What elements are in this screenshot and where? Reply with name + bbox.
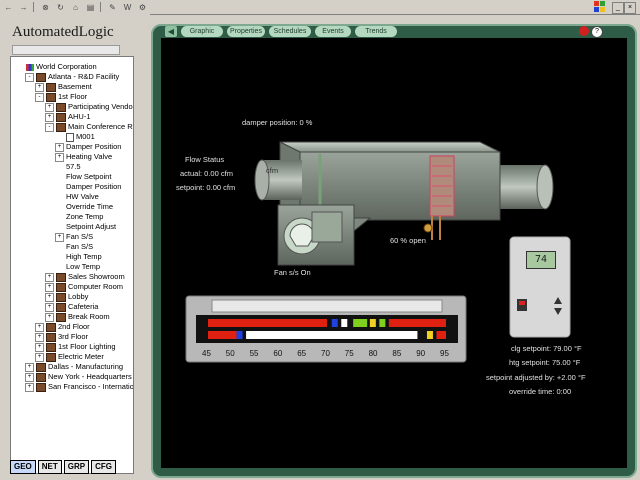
cfm-label: cfm [266,166,279,175]
damper-position-label: damper position: 0 % [242,118,313,127]
flow-status-label: Flow Status [185,155,225,164]
occupied-range-bar [246,331,418,339]
clg-setpoint-value: clg setpoint: 79.00 °F [511,344,582,353]
low-range-bar [208,331,237,339]
inlet-pipe [497,164,554,210]
htg-setpoint-value: htg setpoint: 75.00 °F [509,358,581,367]
thermostat-display: 74 [526,251,556,269]
fan-status-value: Fan s/s On [274,268,311,277]
comfort-band-2 [379,319,386,327]
valve-open-value: 60 % open [390,236,426,245]
setpoint-marker [341,319,348,327]
temp-tick-label: 60 [273,349,283,358]
heating-range-bar [388,319,446,327]
temp-tick-label: 50 [225,349,235,358]
temp-tick-label: 90 [416,349,426,358]
flow-setpoint-value: setpoint: 0.00 cfm [176,183,236,192]
comfort-band [353,319,368,327]
temp-tick-label: 65 [297,349,307,358]
low-temp-marker [236,331,243,339]
temp-tick-label: 80 [368,349,378,358]
high-range-bar [436,331,446,339]
current-temp-marker [331,319,338,327]
flow-actual-value: actual: 0.00 cfm [180,169,233,178]
cooling-range-bar [208,319,327,327]
temp-tick-label: 45 [202,349,211,358]
setpoint-adjusted-value: setpoint adjusted by: +2.00 °F [486,373,586,382]
temp-tick-label: 70 [321,349,330,358]
override-time-value: override time: 0:00 [509,387,572,396]
temp-tick-label: 95 [440,349,449,358]
temp-tick-label: 85 [392,349,402,358]
temp-tick-label: 75 [344,349,354,358]
terminal-box [254,141,501,266]
warning-band [369,319,376,327]
high-warning-marker [426,331,433,339]
ahu-graphic [185,141,571,363]
temp-tick-label: 55 [249,349,259,358]
